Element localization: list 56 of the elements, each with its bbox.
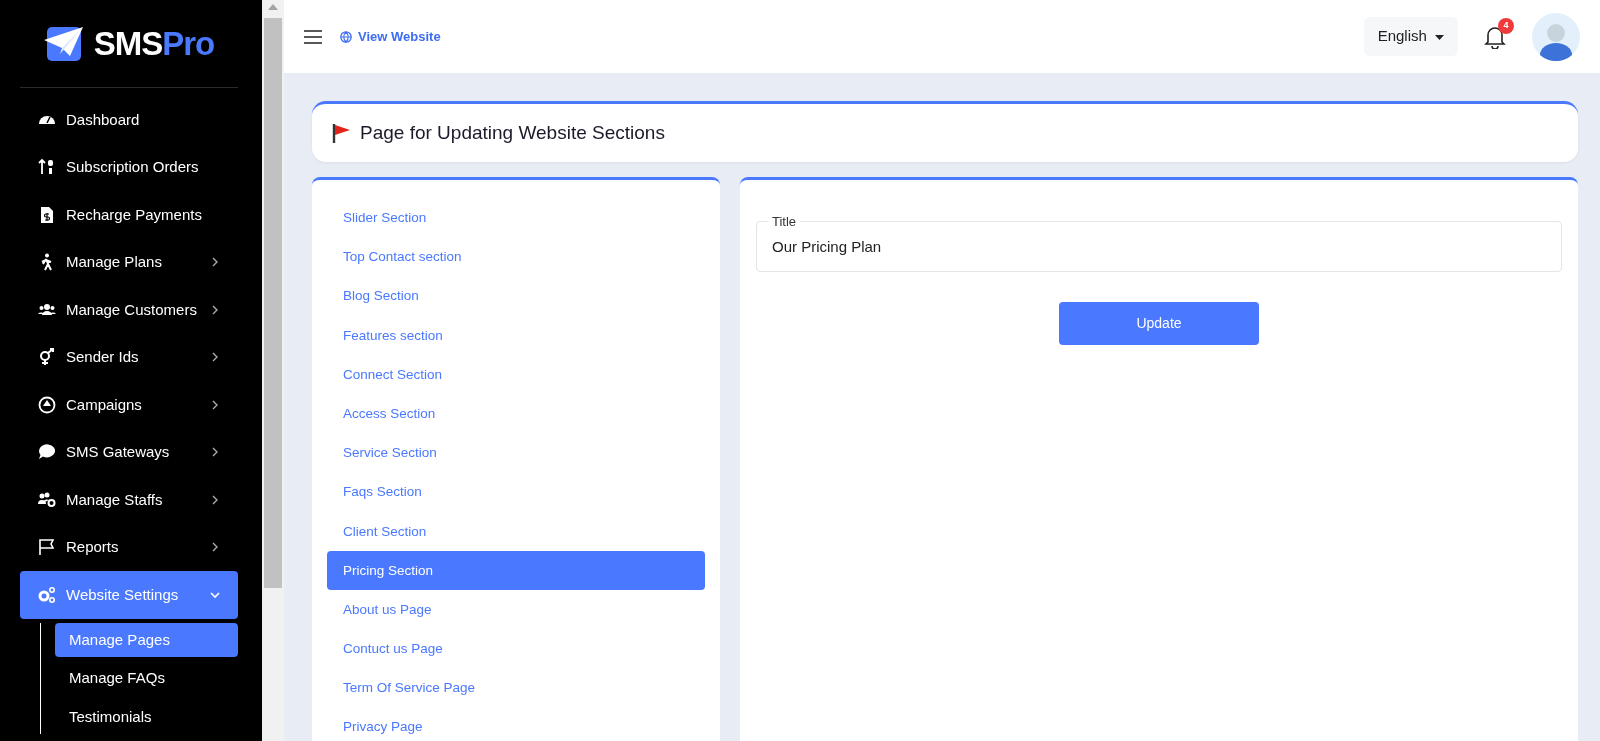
- globe-icon: [340, 30, 352, 43]
- sidebar-item[interactable]: Subscription Orders: [20, 143, 238, 191]
- flag-icon: [330, 122, 352, 144]
- submenu-item[interactable]: Manage FAQs: [55, 661, 238, 696]
- submenu-item[interactable]: Testimonials: [55, 699, 238, 734]
- submenu-item[interactable]: Manage Pages: [55, 622, 238, 657]
- chevron-right-icon: [210, 352, 220, 363]
- sidebar-item[interactable]: Campaigns: [20, 381, 238, 429]
- sidebar-item[interactable]: Reports: [20, 523, 238, 571]
- menu-icon[interactable]: [304, 29, 322, 44]
- sidebar-item[interactable]: Website Settings: [20, 571, 238, 619]
- invoice-icon: [38, 205, 56, 224]
- section-link[interactable]: Privacy Page: [327, 707, 705, 741]
- chevron-right-icon: [210, 257, 220, 268]
- chevron-right-icon: [210, 494, 220, 505]
- section-link[interactable]: Top Contact section: [327, 237, 705, 277]
- section-link[interactable]: Pricing Section: [327, 550, 705, 590]
- sort-icon: [38, 158, 56, 177]
- gears-icon: [38, 585, 56, 604]
- section-link[interactable]: Access Section: [327, 393, 705, 434]
- gender-icon: [38, 348, 56, 367]
- chat-bubble-icon: [38, 443, 56, 462]
- flag-icon: [38, 538, 56, 557]
- avatar[interactable]: [1532, 12, 1580, 61]
- sidebar-item[interactable]: Dashboard: [20, 96, 238, 144]
- section-link[interactable]: Connect Section: [327, 354, 705, 394]
- section-link[interactable]: Features section: [327, 315, 705, 355]
- section-link[interactable]: Client Section: [327, 511, 705, 551]
- users-gear-icon: [38, 490, 56, 509]
- section-link[interactable]: Contuct us Page: [327, 629, 705, 669]
- section-link[interactable]: About us Page: [327, 589, 705, 630]
- page-title: Page for Updating Website Sections: [360, 121, 665, 145]
- chevron-right-icon: [210, 447, 220, 458]
- scrollbar[interactable]: [262, 0, 284, 741]
- section-link[interactable]: Term Of Service Page: [327, 668, 705, 708]
- language-dropdown[interactable]: English: [1363, 17, 1458, 56]
- logo-text: SMSPro: [93, 23, 215, 64]
- chevron-right-icon: [210, 542, 220, 553]
- chevron-right-icon: [210, 304, 220, 315]
- section-link[interactable]: Faqs Section: [327, 472, 705, 512]
- sidebar-item[interactable]: Manage Plans: [20, 238, 238, 286]
- section-link[interactable]: Blog Section: [327, 276, 705, 316]
- sidebar-item[interactable]: Manage Staffs: [20, 476, 238, 524]
- view-website-link[interactable]: View Website: [340, 26, 441, 47]
- sidebar-item[interactable]: Sender Ids: [20, 333, 238, 381]
- chevron-down-icon: [210, 589, 220, 600]
- section-link[interactable]: Service Section: [327, 433, 705, 473]
- notification-badge: 4: [1498, 18, 1514, 35]
- sidebar-item[interactable]: Recharge Payments: [20, 191, 238, 239]
- chevron-right-icon: [210, 399, 220, 410]
- caret-icon: [1435, 34, 1444, 40]
- section-link[interactable]: Slider Section: [327, 198, 705, 238]
- sidebar-item[interactable]: SMS Gateways: [20, 428, 238, 476]
- title-field[interactable]: Title Our Pricing Plan: [756, 215, 1562, 272]
- update-button[interactable]: Update: [1059, 301, 1259, 345]
- sidebar-item[interactable]: Manage Customers: [20, 286, 238, 334]
